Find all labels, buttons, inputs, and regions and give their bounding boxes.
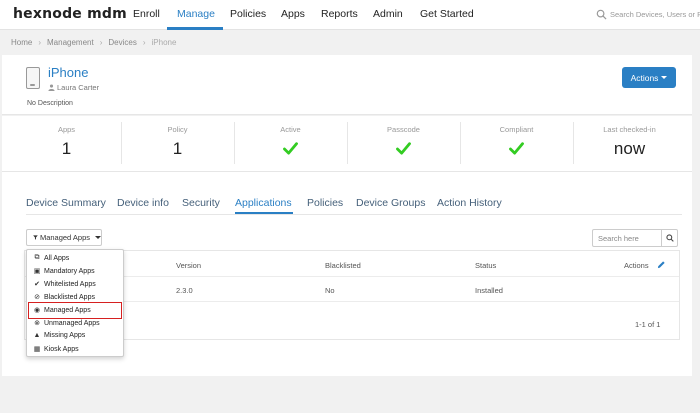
breadcrumb-home[interactable]: Home xyxy=(11,38,32,47)
stat-label: Compliant xyxy=(499,125,534,134)
breadcrumb-devices[interactable]: Devices xyxy=(108,38,136,47)
page-footer-area xyxy=(0,378,700,413)
stat-policy: Policy 1 xyxy=(121,122,234,166)
device-description: No Description xyxy=(27,100,73,107)
phone-icon xyxy=(26,67,40,89)
nav-apps[interactable]: Apps xyxy=(281,8,305,20)
device-header: iPhone Laura Carter No Description Actio… xyxy=(2,55,692,115)
cell-version: 2.3.0 xyxy=(176,286,193,295)
tab-device-groups[interactable]: Device Groups xyxy=(356,197,425,209)
device-user: Laura Carter xyxy=(48,83,99,92)
column-header-status[interactable]: Status xyxy=(475,261,496,270)
caret-down-icon xyxy=(95,236,101,239)
ban-icon: ⊘ xyxy=(34,294,40,301)
global-search-input[interactable]: Search Devices, Users or Po xyxy=(610,10,700,19)
nav-policies[interactable]: Policies xyxy=(230,8,266,20)
tab-policies[interactable]: Policies xyxy=(307,197,343,209)
nav-enroll[interactable]: Enroll xyxy=(133,8,160,20)
app-filter-button[interactable]: Managed Apps xyxy=(26,229,102,246)
caret-down-icon xyxy=(661,76,668,79)
stat-value: 1 xyxy=(61,139,72,158)
table-search-input[interactable] xyxy=(593,230,661,246)
device-name: iPhone xyxy=(48,65,89,80)
breadcrumb-separator: › xyxy=(99,38,103,47)
stat-passcode: Passcode xyxy=(347,122,460,166)
app-filter-label: Managed Apps xyxy=(39,233,90,242)
tab-active-indicator xyxy=(235,212,293,214)
nav-manage[interactable]: Manage xyxy=(177,8,215,20)
pencil-icon[interactable] xyxy=(657,260,666,269)
stat-active: Active xyxy=(234,122,347,166)
actions-button-label: Actions xyxy=(630,72,659,83)
table-search xyxy=(592,229,678,247)
filter-option-whitelisted-apps[interactable]: ✔ Whitelisted Apps xyxy=(33,280,121,289)
funnel-icon xyxy=(33,235,38,240)
nav-admin[interactable]: Admin xyxy=(373,8,403,20)
stat-value: now xyxy=(613,139,646,158)
stat-compliant: Compliant xyxy=(460,122,573,166)
top-nav: hexnode mdm Enroll Manage Policies Apps … xyxy=(0,0,700,30)
tab-security[interactable]: Security xyxy=(182,197,220,209)
stat-label: Policy xyxy=(167,125,188,134)
stat-value: 1 xyxy=(172,139,183,158)
table-search-button[interactable] xyxy=(661,230,677,246)
tabs-divider xyxy=(26,214,682,215)
pagination-info: 1-1 of 1 xyxy=(635,320,661,329)
check-icon: ✔ xyxy=(34,281,40,288)
tab-action-history[interactable]: Action History xyxy=(437,197,502,209)
grid-icon: ▦ xyxy=(33,346,41,353)
pin-icon: ▣ xyxy=(33,268,41,275)
filter-option-blacklisted-apps[interactable]: ⊘ Blacklisted Apps xyxy=(33,293,121,302)
filter-option-label: Whitelisted Apps xyxy=(44,280,96,288)
column-header-version[interactable]: Version xyxy=(176,261,201,270)
stat-apps: Apps 1 xyxy=(10,122,123,166)
check-icon xyxy=(396,142,411,155)
logo[interactable]: hexnode mdm xyxy=(13,6,127,22)
search-icon[interactable] xyxy=(596,9,607,20)
nav-get-started[interactable]: Get Started xyxy=(420,8,474,20)
external-link-icon: ⧉ xyxy=(34,254,40,261)
filter-option-all-apps[interactable]: ⧉ All Apps xyxy=(33,254,121,262)
nav-active-indicator xyxy=(167,27,223,30)
stat-last-checked-in: Last checked-in now xyxy=(573,122,686,166)
column-header-actions: Actions xyxy=(624,261,649,270)
highlight-box xyxy=(28,302,122,319)
breadcrumb-separator: › xyxy=(142,38,146,47)
search-icon xyxy=(665,234,674,242)
eye-slash-icon: ⊗ xyxy=(34,320,40,327)
device-user-name[interactable]: Laura Carter xyxy=(57,83,99,92)
warning-icon: ▲ xyxy=(33,332,41,339)
stat-label: Active xyxy=(280,125,301,134)
column-header-blacklisted[interactable]: Blacklisted xyxy=(325,261,361,270)
stat-label: Last checked-in xyxy=(603,125,656,134)
check-icon xyxy=(283,142,298,155)
filter-option-unmanaged-apps[interactable]: ⊗ Unmanaged Apps xyxy=(33,319,121,328)
breadcrumb: Home › Management › Devices › iPhone xyxy=(11,38,176,47)
stat-label: Passcode xyxy=(387,125,420,134)
tab-device-info[interactable]: Device info xyxy=(117,197,169,209)
filter-option-mandatory-apps[interactable]: ▣ Mandatory Apps xyxy=(33,267,121,276)
device-stats: Apps 1 Policy 1 Active Passcode Complian… xyxy=(2,116,692,172)
nav-reports[interactable]: Reports xyxy=(321,8,358,20)
cell-status: Installed xyxy=(475,286,503,295)
filter-option-label: Missing Apps xyxy=(44,332,86,339)
stat-label: Apps xyxy=(57,125,76,134)
breadcrumb-separator: › xyxy=(38,38,42,47)
filter-option-label: Kiosk Apps xyxy=(44,345,79,353)
filter-option-kiosk-apps[interactable]: ▦ Kiosk Apps xyxy=(33,345,121,354)
breadcrumb-management[interactable]: Management xyxy=(47,38,94,47)
filter-option-missing-apps[interactable]: ▲ Missing Apps xyxy=(33,332,121,339)
actions-button[interactable]: Actions xyxy=(622,67,676,88)
tab-applications[interactable]: Applications xyxy=(235,197,292,209)
breadcrumb-current: iPhone xyxy=(151,38,177,47)
filter-option-label: Mandatory Apps xyxy=(44,267,95,275)
tab-device-summary[interactable]: Device Summary xyxy=(26,197,106,209)
check-icon xyxy=(509,142,524,155)
user-icon xyxy=(48,84,55,91)
filter-option-label: Blacklisted Apps xyxy=(44,293,95,301)
cell-blacklisted: No xyxy=(325,286,335,295)
filter-option-label: All Apps xyxy=(44,254,70,262)
filter-option-label: Unmanaged Apps xyxy=(44,319,100,327)
